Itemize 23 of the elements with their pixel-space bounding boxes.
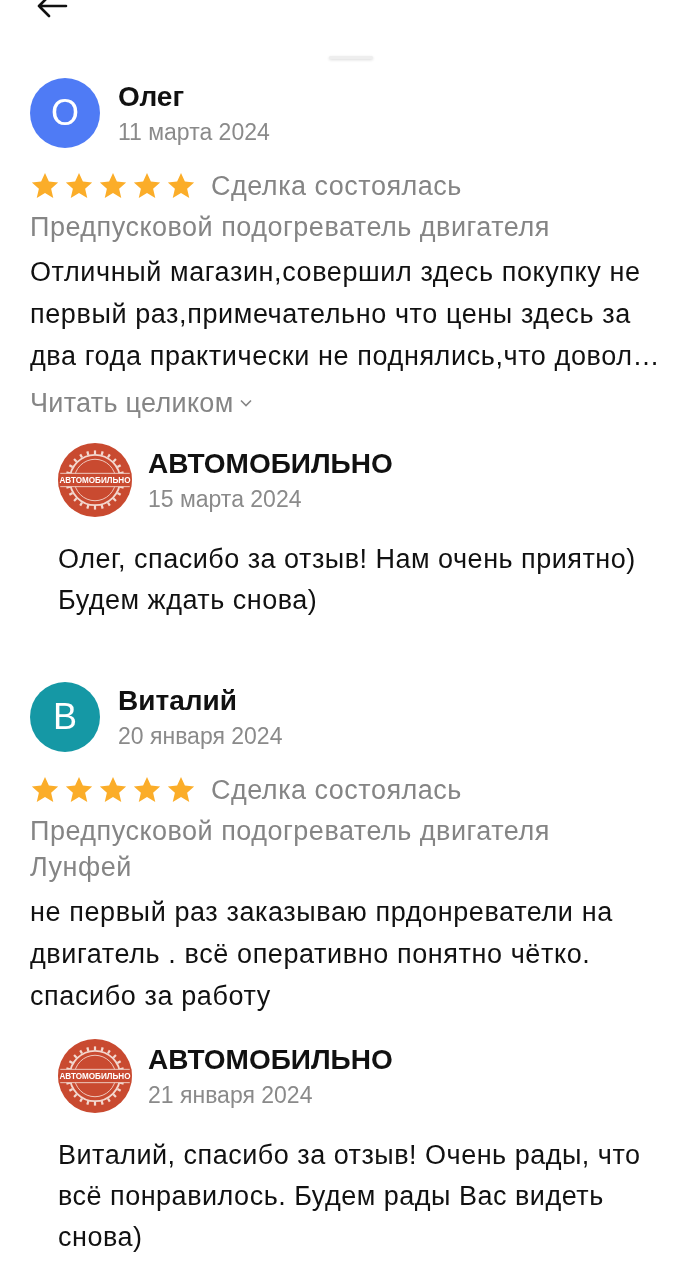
shop-logo: АВТОМОБИЛЬНО xyxy=(58,1039,132,1113)
shop-logo: АВТОМОБИЛЬНО xyxy=(58,443,132,517)
chevron-down-icon xyxy=(239,399,252,407)
reply-date: 21 января 2024 xyxy=(148,1080,314,1109)
review-text: Отличный магазин,совершил здесь покупку не первый раз,примечательно что цены здесь за два года практически не поднялись,что довол… xyxy=(30,256,662,373)
product-name: Предпусковой подогреватель двигателя xyxy=(30,211,551,244)
reply-date: 15 марта 2024 xyxy=(148,484,303,513)
review-date: 11 марта 2024 xyxy=(118,117,270,146)
back-arrow-icon[interactable] xyxy=(36,0,68,18)
review-text: не первый раз заказываю прдонреватели на двигатель . всё оперативно понятно чётко. спасибо за работу xyxy=(30,896,614,1013)
author-name: Олег xyxy=(118,80,186,113)
reply-text: Олег, спасибо за отзыв! Нам очень приятно) Будем ждать снова) xyxy=(58,543,637,617)
deal-status: Сделка состоялась xyxy=(211,773,462,807)
author-name: Виталий xyxy=(118,684,238,717)
review-date: 20 января 2024 xyxy=(118,721,283,750)
user-avatar: О xyxy=(30,78,100,148)
reply-text: Виталий, спасибо за отзыв! Очень рады, что всё понравилось. Будем рады Вас видеть снова) xyxy=(58,1139,642,1254)
user-avatar: В xyxy=(30,682,100,752)
product-name: Предпусковой подогреватель двигателя Лунфей xyxy=(30,815,551,884)
deal-status: Сделка состоялась xyxy=(211,169,462,203)
read-more-link[interactable]: Читать целиком xyxy=(30,385,252,421)
shop-name: АВТОМОБИЛЬНО xyxy=(148,447,393,480)
shop-name: АВТОМОБИЛЬНО xyxy=(148,1043,393,1076)
